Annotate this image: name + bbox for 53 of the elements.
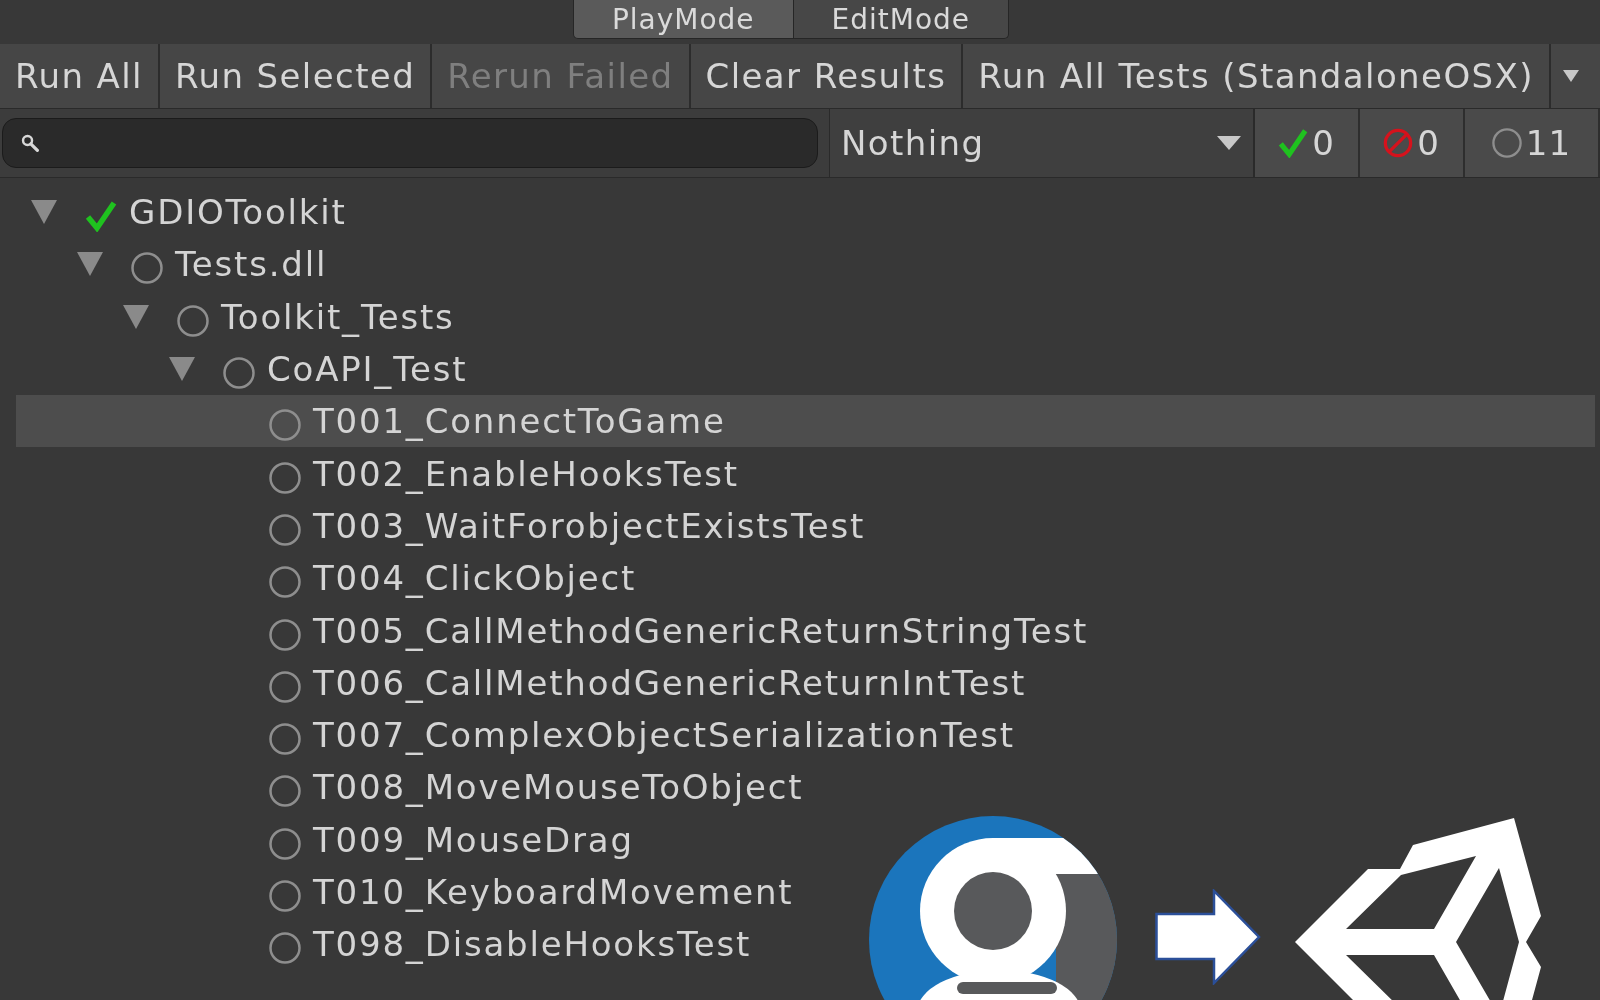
tree-row[interactable]: T001_ConnectToGame — [16, 395, 1595, 448]
disclosure-triangle-icon[interactable] — [123, 304, 149, 329]
circle-icon — [1491, 128, 1522, 158]
search-field[interactable] — [2, 118, 818, 168]
circle-icon — [269, 775, 301, 808]
mode-tab[interactable]: PlayMode — [572, 0, 794, 39]
tree-row[interactable]: CoAPI_Test — [16, 342, 1595, 396]
disclosure-triangle-icon[interactable] — [31, 200, 57, 225]
tree-row[interactable]: Toolkit_Tests — [16, 290, 1595, 343]
result-counter[interactable]: 0 — [1255, 109, 1360, 177]
disclosure-triangle-icon[interactable] — [169, 357, 195, 382]
disclosure-triangle-icon[interactable] — [77, 252, 103, 277]
circle-icon — [269, 618, 301, 651]
caret-down-icon — [1217, 136, 1241, 150]
circle-icon — [269, 827, 301, 860]
circle-icon — [131, 252, 163, 285]
tree-row[interactable]: T002_EnableHooksTest — [16, 447, 1595, 500]
tree-row[interactable]: T004_ClickObject — [16, 552, 1595, 605]
tree-row[interactable]: T007_ComplexObjectSerializationTest — [16, 708, 1595, 762]
tree-row[interactable]: T009_MouseDrag — [16, 813, 1595, 866]
circle-icon — [223, 357, 255, 390]
caret-down-icon — [1562, 70, 1579, 82]
tree-row[interactable]: T005_CallMethodGenericReturnStringTest — [16, 604, 1595, 657]
check-icon — [85, 200, 117, 233]
tree-row[interactable]: T008_MoveMouseToObject — [16, 761, 1595, 814]
arrow-right-icon — [1155, 889, 1261, 985]
result-counter[interactable]: 11 — [1465, 109, 1600, 177]
search-icon — [21, 134, 39, 152]
tree-row[interactable]: Tests.dll — [16, 238, 1595, 291]
toolbar-button[interactable]: Run All Tests (StandaloneOSX) — [963, 44, 1549, 108]
result-counter[interactable]: 0 — [1360, 109, 1465, 177]
circle-icon — [269, 409, 301, 442]
circle-icon — [269, 670, 301, 703]
prohibited-icon — [1383, 128, 1414, 158]
circle-icon — [269, 723, 301, 756]
toolbar-button[interactable]: Run Selected — [159, 44, 431, 108]
circle-icon — [269, 880, 301, 912]
circle-icon — [269, 566, 301, 599]
tree-row[interactable]: T010_KeyboardMovement — [16, 865, 1595, 919]
menu-caret-button[interactable] — [1550, 44, 1600, 108]
circle-icon — [269, 513, 301, 546]
filter-dropdown[interactable]: Nothing — [829, 109, 1255, 177]
tree-row[interactable]: T003_WaitForobjectExistsTest — [16, 499, 1595, 553]
toolbar-button[interactable]: Run All — [0, 44, 158, 108]
circle-icon — [269, 461, 301, 494]
mode-tab[interactable]: EditMode — [793, 0, 1010, 39]
toolbar-button[interactable]: Clear Results — [690, 44, 962, 108]
check-icon — [1278, 128, 1309, 158]
circle-icon — [177, 304, 209, 337]
tree-row[interactable]: T098_DisableHooksTest — [16, 918, 1595, 971]
tree-row[interactable]: GDIOToolkit — [16, 186, 1595, 239]
tree-row[interactable]: T006_CallMethodGenericReturnIntTest — [16, 656, 1595, 709]
circle-icon — [269, 932, 301, 965]
